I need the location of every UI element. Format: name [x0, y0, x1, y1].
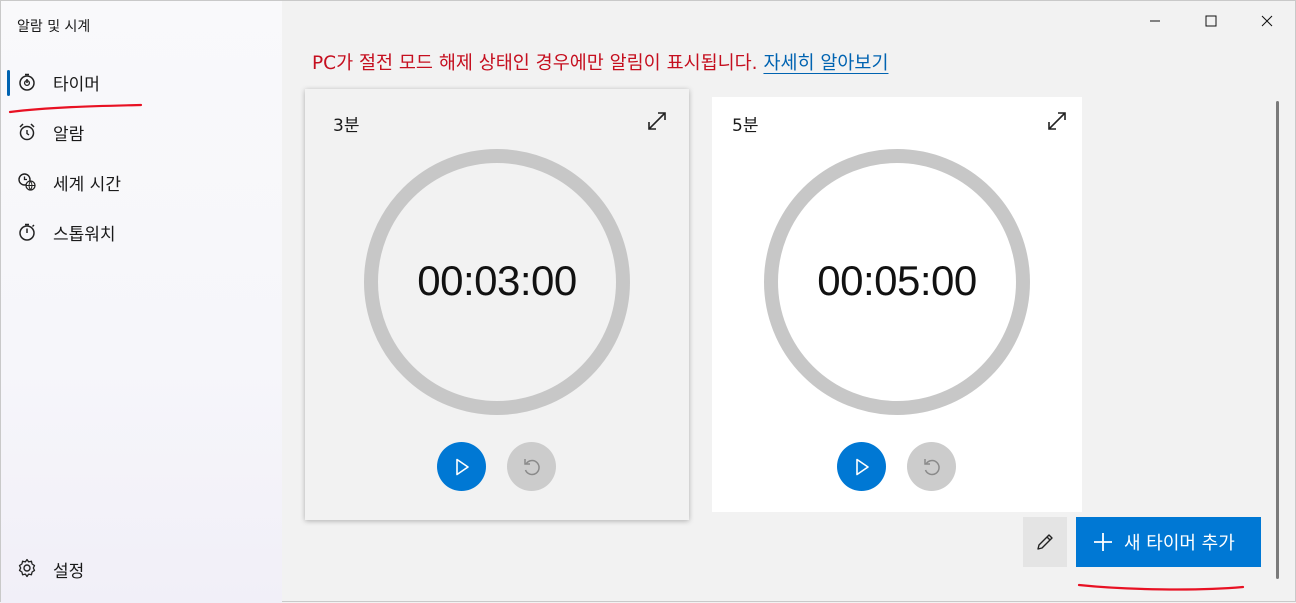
annotation-underline	[1077, 583, 1245, 591]
selection-indicator	[7, 70, 10, 96]
play-icon	[455, 458, 469, 475]
close-icon	[1261, 15, 1273, 27]
app-window: 알람 및 시계 타이머 알람 세계 시간 스톱워치 설정 PC가 절전 모드 해…	[0, 0, 1296, 603]
start-button[interactable]	[837, 442, 886, 491]
sidebar-item-label: 스톱워치	[53, 224, 116, 245]
plus-icon	[1094, 533, 1112, 551]
timer-card[interactable]: 3분 00:03:00	[305, 89, 689, 520]
timer-name: 5분	[732, 116, 759, 136]
minimize-button[interactable]	[1127, 1, 1183, 41]
timer-display: 00:05:00	[817, 257, 977, 304]
reset-button[interactable]	[907, 442, 956, 491]
maximize-button[interactable]	[1183, 1, 1239, 41]
sidebar-item-label: 타이머	[53, 74, 100, 95]
reset-icon	[523, 458, 540, 475]
start-button[interactable]	[437, 442, 486, 491]
sidebar: 알람 및 시계 타이머 알람 세계 시간 스톱워치 설정	[1, 1, 282, 603]
add-timer-label: 새 타이머 추가	[1124, 533, 1235, 554]
reset-icon	[923, 458, 940, 475]
sidebar-item-label: 세계 시간	[53, 174, 121, 195]
timer-display: 00:03:00	[417, 257, 577, 304]
learn-more-link[interactable]: 자세히 알아보기	[763, 53, 888, 74]
app-title: 알람 및 시계	[17, 19, 91, 35]
expand-icon	[648, 112, 666, 130]
sidebar-item-alarm[interactable]: 알람	[1, 109, 282, 155]
gear-icon	[17, 558, 37, 578]
close-button[interactable]	[1239, 1, 1295, 41]
stopwatch-icon	[17, 222, 37, 242]
sidebar-item-stopwatch[interactable]: 스톱워치	[1, 209, 282, 255]
notice-text: PC가 절전 모드 해제 상태인 경우에만 알림이 표시됩니다.	[312, 53, 758, 74]
add-timer-button[interactable]: 새 타이머 추가	[1076, 517, 1261, 567]
play-icon	[855, 458, 869, 475]
expand-button[interactable]	[1045, 109, 1069, 133]
maximize-icon	[1205, 15, 1217, 27]
timer-card[interactable]: 5분 00:05:00	[712, 97, 1082, 512]
settings-button[interactable]: 설정	[1, 545, 282, 591]
timer-name: 3분	[333, 116, 360, 136]
sidebar-item-world-clock[interactable]: 세계 시간	[1, 159, 282, 205]
timer-icon	[17, 72, 37, 92]
world-clock-icon	[17, 172, 37, 192]
minimize-icon	[1150, 20, 1160, 22]
edit-timers-button[interactable]	[1023, 517, 1067, 567]
scrollbar[interactable]	[1276, 101, 1279, 579]
notification-notice: PC가 절전 모드 해제 상태인 경우에만 알림이 표시됩니다. 자세히 알아보…	[312, 49, 888, 75]
expand-button[interactable]	[645, 109, 669, 133]
expand-icon	[1048, 112, 1066, 130]
annotation-underline	[8, 103, 143, 114]
sidebar-item-label: 알람	[53, 124, 85, 145]
pencil-icon	[1037, 534, 1053, 550]
alarm-clock-icon	[17, 122, 37, 142]
reset-button[interactable]	[507, 442, 556, 491]
settings-label: 설정	[53, 562, 85, 582]
